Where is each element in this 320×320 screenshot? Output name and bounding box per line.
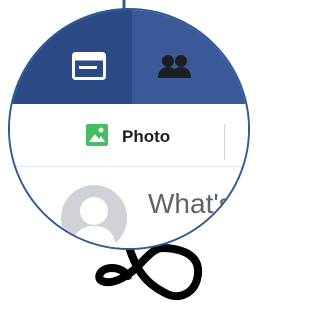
photo-label: Photo [122,127,171,146]
screenshot-canvas: Photo What's [0,0,262,320]
tab-news-feed[interactable] [10,10,132,104]
friends-icon [158,54,192,83]
news-feed-icon [72,52,106,85]
photo-button[interactable]: Photo [86,123,171,151]
magnified-view: Photo What's [8,8,250,250]
composer-placeholder: What's [148,188,233,219]
photo-icon [86,123,108,151]
tab-friends[interactable] [132,10,202,104]
toolbar-divider [224,124,225,160]
top-navbar [10,10,248,104]
avatar[interactable] [61,185,127,248]
